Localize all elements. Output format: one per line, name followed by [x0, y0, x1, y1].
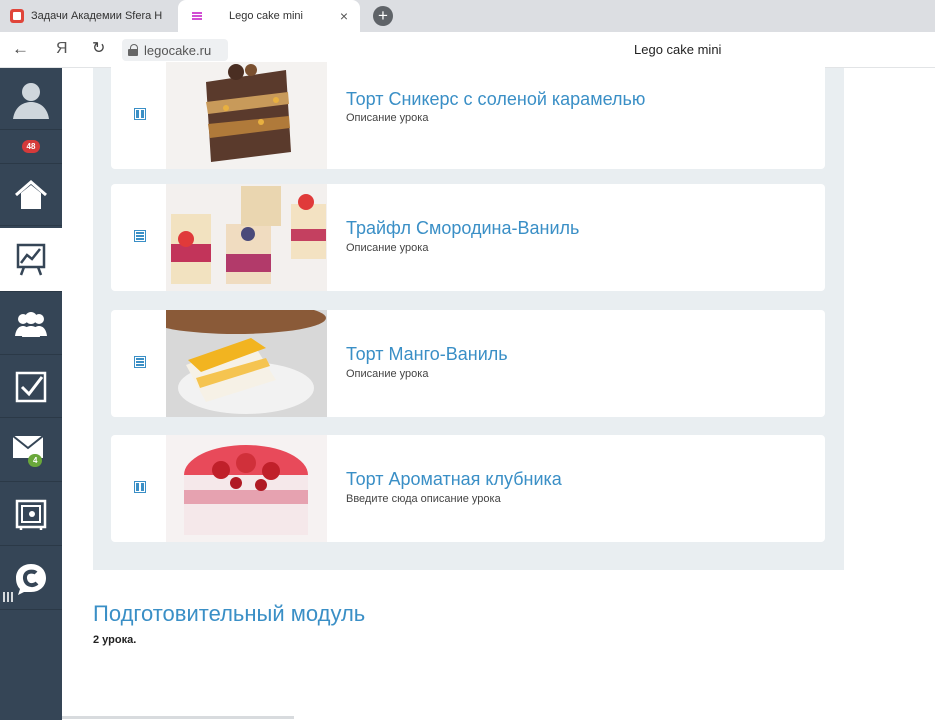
- lesson-card[interactable]: Трайфл Смородина-Ваниль Описание урока: [111, 184, 825, 291]
- lesson-type-icon: [134, 230, 146, 242]
- lesson-type-icon: [134, 481, 146, 493]
- lesson-type-icon: [134, 108, 146, 120]
- avatar-icon: [13, 82, 49, 119]
- home-icon: [15, 179, 47, 209]
- lego-favicon-icon: [190, 9, 204, 23]
- yandex-icon[interactable]: Я: [56, 40, 68, 58]
- lesson-thumbnail-image[interactable]: [166, 435, 327, 542]
- reload-icon[interactable]: ↻: [92, 40, 105, 58]
- sidebar-item-mail[interactable]: 4: [0, 420, 62, 482]
- lesson-type-icon: [134, 356, 146, 368]
- users-icon: [15, 311, 47, 337]
- sidebar-item-home[interactable]: [0, 164, 62, 226]
- url-field[interactable]: legocake.ru: [122, 39, 228, 61]
- lesson-thumbnail-image[interactable]: [166, 184, 327, 291]
- user-avatar[interactable]: [0, 68, 62, 130]
- horizontal-scrollbar[interactable]: [62, 716, 294, 719]
- module-lessons-panel: Торт Сникерс с соленой карамелью Описани…: [93, 62, 844, 570]
- lesson-card[interactable]: Торт Сникерс с соленой карамелью Описани…: [111, 62, 825, 169]
- qr-code-icon: [3, 592, 13, 602]
- lesson-thumbnail-image[interactable]: [166, 62, 327, 169]
- module-lesson-count: 2 урока.: [93, 634, 137, 646]
- notifications-item[interactable]: 48: [0, 130, 62, 164]
- close-tab-icon[interactable]: ×: [340, 9, 348, 23]
- url-text: legocake.ru: [144, 42, 212, 58]
- browser-tabbar: Задачи Академии Sfera Н Lego cake mini ×…: [0, 0, 935, 32]
- module-title[interactable]: Подготовительный модуль: [93, 601, 365, 627]
- lesson-description: Введите сюда описание урока: [346, 493, 501, 505]
- sfera-favicon-icon: [10, 9, 24, 23]
- safe-icon: [15, 499, 47, 530]
- mail-badge: 4: [28, 454, 43, 467]
- lesson-title[interactable]: Торт Ароматная клубника: [346, 469, 562, 490]
- browser-tab-lego-cake[interactable]: Lego cake mini ×: [178, 0, 360, 32]
- sidebar-item-chart[interactable]: [0, 228, 62, 292]
- lesson-card[interactable]: Торт Ароматная клубника Введите сюда опи…: [111, 435, 825, 542]
- new-tab-button[interactable]: +: [373, 6, 393, 26]
- main-content: Торт Сникерс с соленой карамелью Описани…: [62, 62, 935, 720]
- browser-tab-sfera[interactable]: Задачи Академии Sfera Н: [0, 0, 178, 32]
- notifications-badge: 48: [21, 140, 41, 153]
- sidebar-item-tasks[interactable]: [0, 356, 62, 418]
- lesson-card[interactable]: Торт Манго-Ваниль Описание урока: [111, 310, 825, 417]
- lesson-title[interactable]: Торт Сникерс с соленой карамелью: [346, 89, 645, 110]
- lesson-description: Описание урока: [346, 242, 429, 254]
- chat-icon: [16, 563, 46, 595]
- lesson-title[interactable]: Торт Манго-Ваниль: [346, 344, 508, 365]
- tab-title: Lego cake mini: [229, 10, 303, 22]
- left-sidebar: 48 4: [0, 68, 62, 720]
- chart-icon: [16, 243, 46, 275]
- sidebar-item-safe[interactable]: [0, 484, 62, 546]
- tab-title: Задачи Академии Sfera Н: [31, 10, 163, 22]
- lesson-description: Описание урока: [346, 112, 429, 124]
- lesson-title[interactable]: Трайфл Смородина-Ваниль: [346, 218, 579, 239]
- lock-icon: [128, 44, 138, 56]
- back-arrow-icon[interactable]: ←: [12, 40, 29, 58]
- checkbox-icon: [15, 371, 47, 402]
- sidebar-item-users[interactable]: [0, 293, 62, 355]
- lesson-description: Описание урока: [346, 368, 429, 380]
- page-title: Lego cake mini: [634, 42, 722, 57]
- lesson-thumbnail-image[interactable]: [166, 310, 327, 417]
